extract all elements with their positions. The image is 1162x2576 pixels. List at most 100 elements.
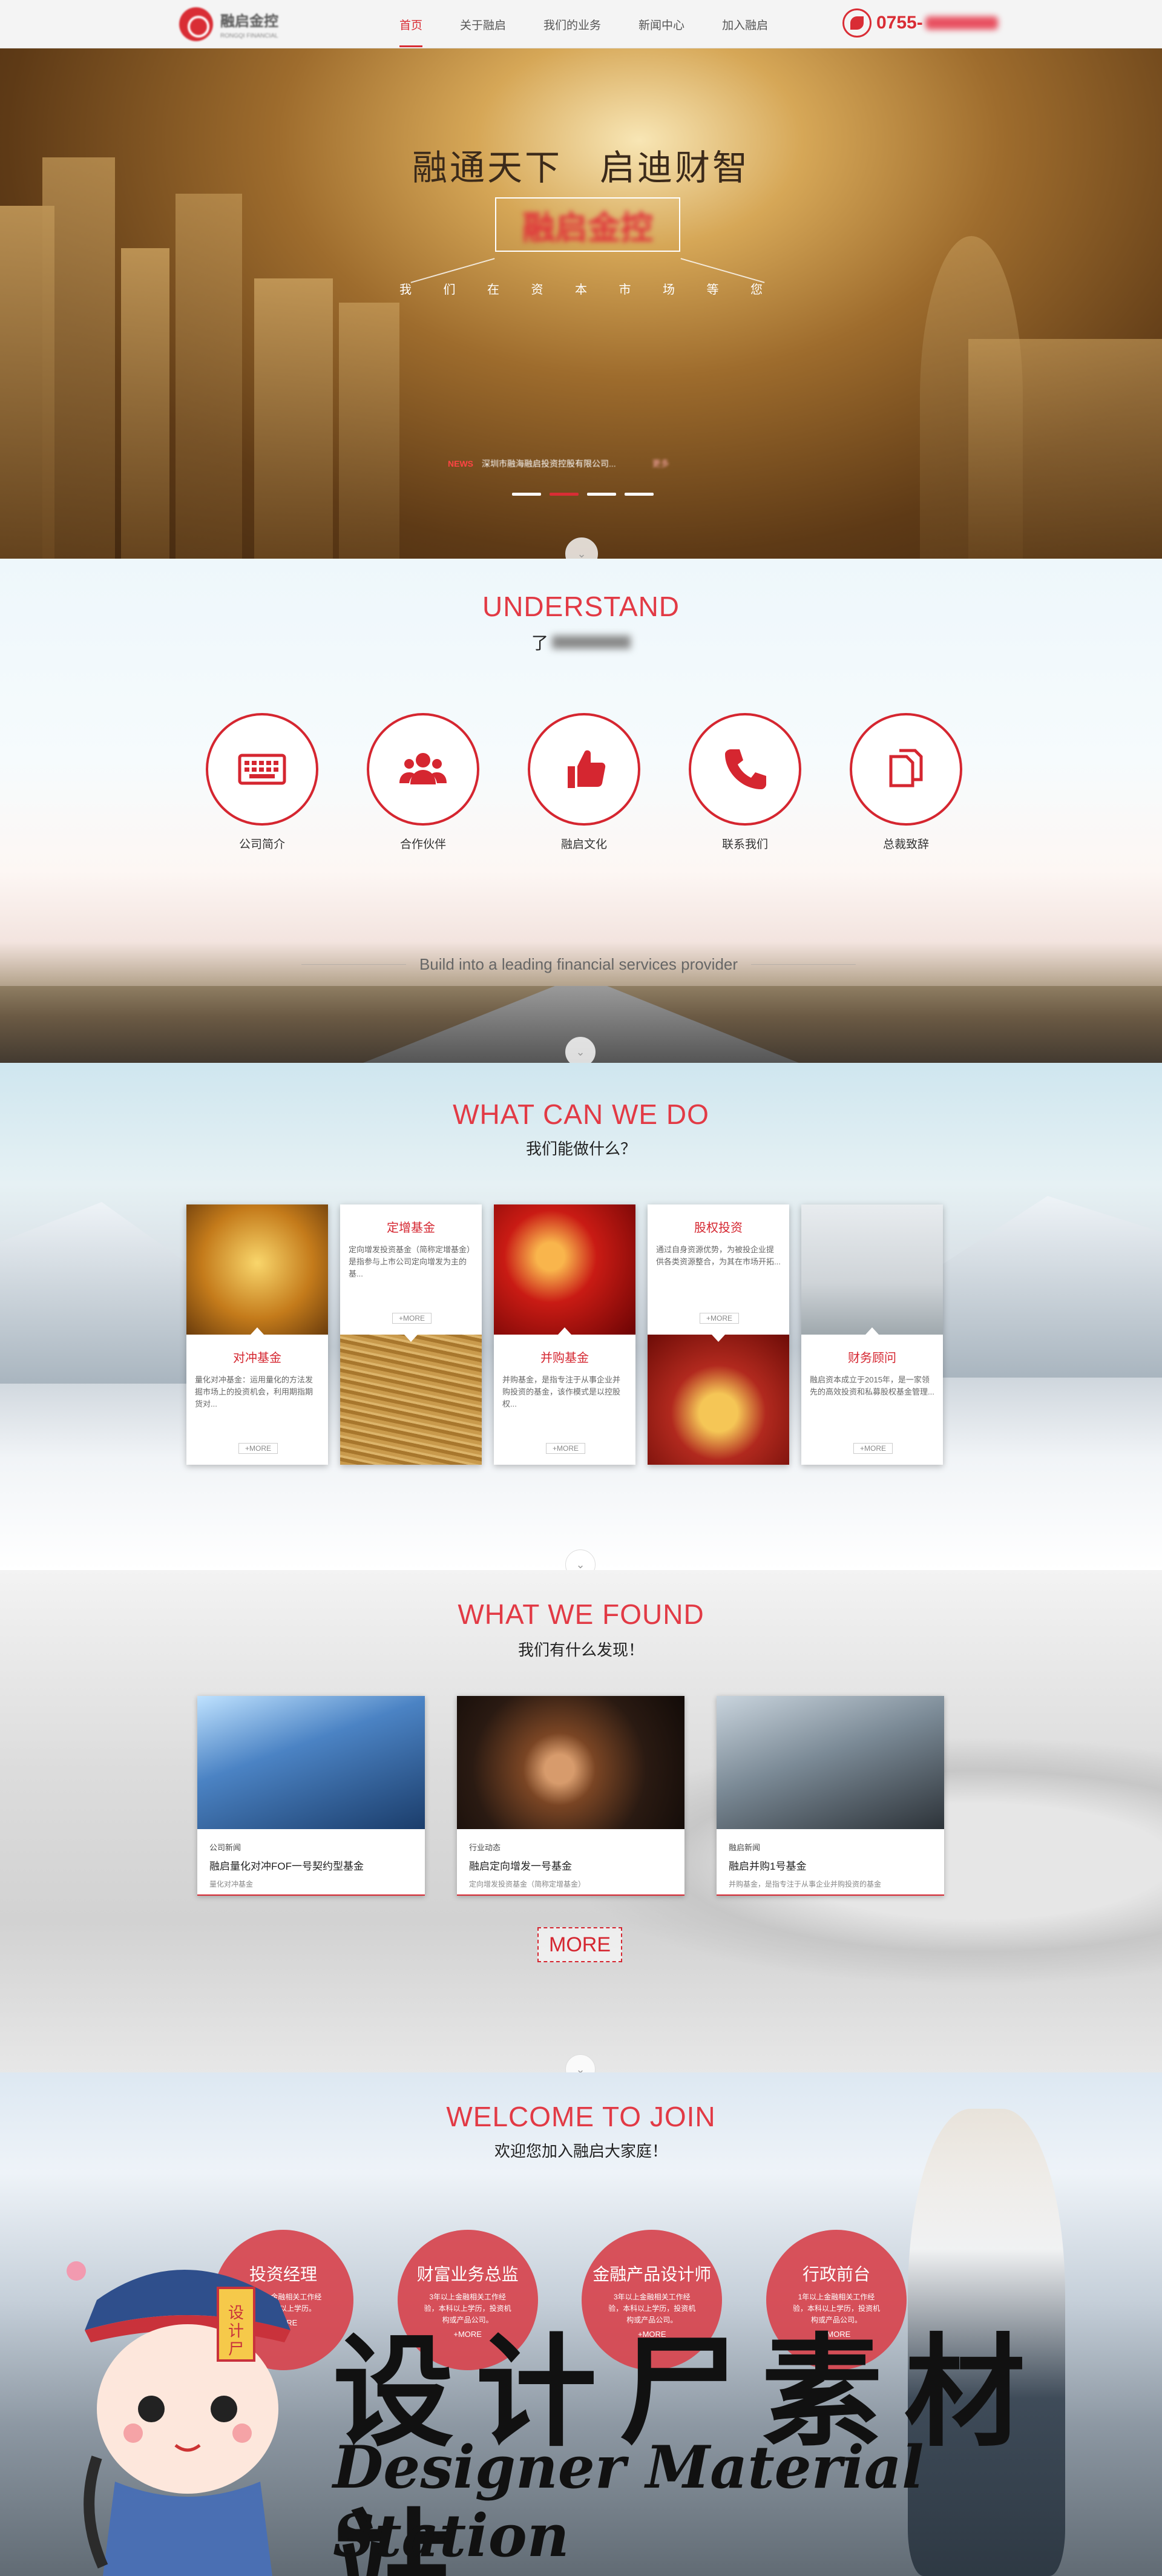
- news-section: WHAT WE FOUND 我们有什么发现！ 公司新闻 融启量化对冲FOF一号契…: [0, 1570, 1162, 2085]
- building-shape: [339, 303, 399, 559]
- news-ticker[interactable]: NEWS 深圳市融海融启投资控股有限公司... 更多: [448, 458, 669, 470]
- service-card-desc: 融启资本成立于2015年，是一家领先的高效投资和私募股权基金管理...: [810, 1375, 934, 1396]
- news-desc: 量化对冲基金: [209, 1880, 254, 1888]
- careers-title-cn: 欢迎您加入融启大家庭！: [494, 2142, 668, 2160]
- more-button[interactable]: +MORE: [853, 1443, 893, 1454]
- hero-brand: 融启金控: [522, 209, 653, 246]
- ring[interactable]: [367, 713, 479, 826]
- understand-items: 公司简介 合作伙伴 融启文化 联系我们 总裁致辞: [206, 713, 962, 852]
- nav-item-about[interactable]: 关于融启: [460, 12, 506, 38]
- service-card-text: 并购基金 并购基金，是指专注于从事企业并购投资的基金，该作模式是以控股权... …: [494, 1335, 635, 1465]
- badge-char: 计: [228, 2322, 244, 2341]
- understand-item-profile[interactable]: 公司简介: [206, 713, 318, 852]
- ring[interactable]: [206, 713, 318, 826]
- badge-char: 尸: [228, 2341, 244, 2359]
- service-card[interactable]: 财务顾问 融启资本成立于2015年，是一家领先的高效投资和私募股权基金管理...…: [801, 1204, 943, 1465]
- service-card-title[interactable]: 并购基金: [502, 1348, 627, 1365]
- logo-subtext: RONGQI FINANCIAL: [220, 33, 278, 39]
- cartoon-girl-icon: 设 计 尸: [67, 2261, 290, 2576]
- service-card-text: 财务顾问 融启资本成立于2015年，是一家领先的高效投资和私募股权基金管理...…: [801, 1335, 943, 1465]
- service-card-text: 定增基金 定向增发投资基金（简称定增基金）是指参与上市公司定向增发为主的基...…: [340, 1204, 482, 1335]
- nav-item-business[interactable]: 我们的业务: [543, 12, 601, 38]
- understand-item-ceo[interactable]: 总裁致辞: [850, 713, 962, 852]
- understand-item-label[interactable]: 合作伙伴: [400, 835, 446, 852]
- more-button[interactable]: +MORE: [392, 1313, 432, 1324]
- understand-item-partners[interactable]: 合作伙伴: [367, 713, 479, 852]
- understand-item-culture[interactable]: 融启文化: [528, 713, 640, 852]
- phone-number: 0755-: [876, 13, 923, 33]
- logo-text: 融启金控: [220, 13, 278, 30]
- building-shape: [121, 248, 169, 559]
- document-icon: [889, 749, 923, 787]
- understand-section: UNDERSTAND 了 公司简介 合作伙伴 融启文化 联系我们 总裁致辞 Bu…: [0, 559, 1162, 1067]
- scroll-down-icon[interactable]: ⌄: [565, 537, 598, 559]
- tagline: Build into a leading financial services …: [288, 955, 869, 974]
- more-button[interactable]: +MORE: [546, 1443, 586, 1454]
- news-desc: 定向增发投资基金（简称定增基金）: [469, 1880, 586, 1888]
- meeting-image: [801, 1204, 943, 1335]
- card-notch: [712, 1335, 725, 1342]
- nav-item-join[interactable]: 加入融启: [722, 12, 768, 38]
- news-card[interactable]: 融启新闻 融启并购1号基金 并购基金，是指专注于从事企业并购投资的基金: [717, 1696, 944, 1896]
- news-title[interactable]: 融启量化对冲FOF一号契约型基金: [209, 1858, 413, 1873]
- logo[interactable]: 融启金控 RONGQI FINANCIAL: [179, 7, 324, 41]
- news-text[interactable]: 深圳市融海融启投资控股有限公司...: [482, 458, 616, 470]
- slider-dot[interactable]: [512, 493, 541, 496]
- mountain-shape: [908, 1196, 1162, 1378]
- service-card-title[interactable]: 财务顾问: [810, 1348, 934, 1365]
- handshake-image: [717, 1696, 944, 1829]
- news-title[interactable]: 融启并购1号基金: [729, 1858, 932, 1873]
- slider-dot-active[interactable]: [550, 493, 579, 496]
- service-card[interactable]: 股权投资 通过自身资源优势，为被投企业提供各类资源整合，为其在市场开拓... +…: [648, 1204, 789, 1465]
- news-more-button[interactable]: MORE: [537, 1927, 622, 1962]
- logo-mark-icon: [179, 7, 213, 41]
- card-notch: [251, 1327, 264, 1335]
- news-more-link[interactable]: 更多: [652, 458, 669, 470]
- hero-subtitle-char: 您: [750, 283, 763, 297]
- news-cards: 公司新闻 融启量化对冲FOF一号契约型基金 量化对冲基金 行业动态 融启定向增发…: [197, 1696, 944, 1896]
- badge-char: 设: [228, 2304, 244, 2322]
- people-icon: [399, 753, 447, 784]
- understand-item-label[interactable]: 总裁致辞: [883, 835, 929, 852]
- more-button[interactable]: +MORE: [238, 1443, 278, 1454]
- hero-subtitle-char: 市: [619, 283, 631, 297]
- phone-contact[interactable]: 0755-: [842, 8, 998, 38]
- building-shape: [42, 157, 115, 559]
- understand-item-label[interactable]: 公司简介: [239, 835, 285, 852]
- main-menu: 首页 关于融启 我们的业务 新闻中心 加入融启: [399, 0, 806, 48]
- understand-item-label[interactable]: 融启文化: [561, 835, 607, 852]
- understand-item-label[interactable]: 联系我们: [722, 835, 768, 852]
- slider-dots: [512, 493, 662, 496]
- slider-dot[interactable]: [587, 493, 616, 496]
- service-card-desc: 通过自身资源优势，为被投企业提供各类资源整合，为其在市场开拓...: [656, 1245, 781, 1266]
- service-card-text: 股权投资 通过自身资源优势，为被投企业提供各类资源整合，为其在市场开拓... +…: [648, 1204, 789, 1335]
- understand-item-contact[interactable]: 联系我们: [689, 713, 801, 852]
- hero-subtitle-char: 场: [663, 283, 675, 297]
- chess-image: [457, 1696, 684, 1829]
- nav-item-news[interactable]: 新闻中心: [638, 12, 684, 38]
- news-card[interactable]: 行业动态 融启定向增发一号基金 定向增发投资基金（简称定增基金）: [457, 1696, 684, 1896]
- service-card[interactable]: 对冲基金 量化对冲基金：运用量化的方法发掘市场上的投资机会，利用期指期货对...…: [186, 1204, 328, 1465]
- building-shape: [254, 278, 333, 559]
- news-title[interactable]: 融启定向增发一号基金: [469, 1858, 672, 1873]
- service-card-title[interactable]: 定增基金: [349, 1218, 473, 1235]
- ring[interactable]: [528, 713, 640, 826]
- service-card[interactable]: 定增基金 定向增发投资基金（简称定增基金）是指参与上市公司定向增发为主的基...…: [340, 1204, 482, 1465]
- ring[interactable]: [689, 713, 801, 826]
- service-card-title[interactable]: 对冲基金: [195, 1348, 320, 1365]
- service-card-title[interactable]: 股权投资: [656, 1218, 781, 1235]
- services-title-en: WHAT CAN WE DO: [453, 1099, 709, 1130]
- phone-icon: [725, 749, 766, 789]
- more-button[interactable]: +MORE: [700, 1313, 740, 1324]
- news-label: NEWS: [448, 459, 473, 468]
- news-card[interactable]: 公司新闻 融启量化对冲FOF一号契约型基金 量化对冲基金: [197, 1696, 425, 1896]
- news-category: 公司新闻: [209, 1843, 241, 1852]
- building-shape: [176, 194, 242, 559]
- ring[interactable]: [850, 713, 962, 826]
- service-card[interactable]: 并购基金 并购基金，是指专注于从事企业并购投资的基金，该作模式是以控股权... …: [494, 1204, 635, 1465]
- understand-title-cn: 了: [0, 630, 1162, 654]
- hero-subtitle-char: 资: [531, 283, 543, 297]
- slider-dot[interactable]: [625, 493, 654, 496]
- gold-bars-image: [648, 1335, 789, 1465]
- nav-item-home[interactable]: 首页: [399, 12, 423, 47]
